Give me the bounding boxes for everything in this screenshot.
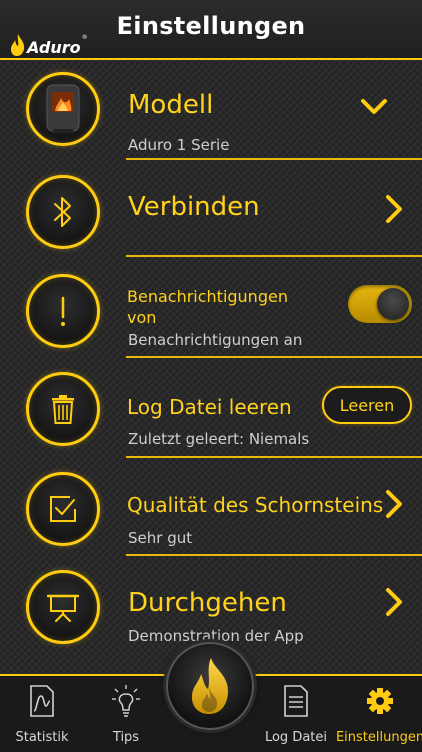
toggle-knob[interactable] bbox=[377, 288, 409, 320]
benachrichtigungen-label: Benachrichtigungen von bbox=[127, 286, 288, 328]
page-title: Einstellungen bbox=[116, 12, 306, 40]
benachrichtigungen-label-line1: Benachrichtigungen bbox=[127, 287, 288, 306]
trash-circle bbox=[26, 372, 100, 446]
bluetooth-icon bbox=[54, 197, 71, 227]
logo-text: Aduro bbox=[27, 38, 81, 57]
leeren-button[interactable]: Leeren bbox=[322, 386, 412, 424]
header-bar: Aduro ® Einstellungen bbox=[0, 0, 422, 60]
verbinden-label: Verbinden bbox=[128, 192, 260, 222]
tab-tips[interactable]: Tips bbox=[84, 684, 168, 748]
bluetooth-circle bbox=[26, 175, 100, 249]
chevron-down-icon[interactable] bbox=[360, 98, 388, 116]
gear-icon bbox=[367, 688, 393, 714]
tab-log-datei[interactable]: Log Datei bbox=[254, 684, 338, 748]
exclamation-icon bbox=[61, 296, 65, 326]
settings-row-verbinden[interactable]: Verbinden bbox=[0, 161, 422, 259]
trash-icon bbox=[52, 395, 74, 424]
tab-statistik[interactable]: Statistik bbox=[0, 684, 84, 748]
settings-row-durchgehen[interactable]: Durchgehen Demonstration der App bbox=[0, 556, 422, 654]
modell-value: Aduro 1 Serie bbox=[128, 136, 230, 154]
chevron-right-icon[interactable] bbox=[384, 194, 404, 224]
stove-thumbnail bbox=[26, 72, 100, 146]
log-document-icon bbox=[284, 685, 308, 717]
chevron-right-icon[interactable] bbox=[384, 587, 404, 617]
notification-circle bbox=[26, 274, 100, 348]
checkbox-circle bbox=[26, 472, 100, 546]
flame-home-button[interactable] bbox=[166, 642, 254, 730]
tab-label: Statistik bbox=[15, 730, 69, 745]
tab-einstellungen[interactable]: Einstellungen bbox=[335, 684, 422, 748]
notifications-toggle[interactable] bbox=[348, 285, 412, 323]
lightbulb-icon bbox=[112, 685, 140, 717]
divider bbox=[126, 255, 422, 257]
settings-row-schornstein[interactable]: Qualität des Schornsteins Sehr gut bbox=[0, 458, 422, 556]
durchgehen-label: Durchgehen bbox=[128, 588, 287, 618]
checkbox-checked-icon bbox=[50, 496, 76, 522]
tab-label: Log Datei bbox=[264, 730, 328, 745]
statistics-document-icon bbox=[30, 685, 54, 717]
benachrichtigungen-label-line2: von bbox=[127, 308, 157, 327]
modell-label: Modell bbox=[128, 90, 214, 120]
schornstein-value: Sehr gut bbox=[128, 529, 193, 547]
log-status: Zuletzt geleert: Niemals bbox=[128, 430, 310, 448]
stove-icon bbox=[46, 84, 80, 133]
benachrichtigungen-status: Benachrichtigungen an bbox=[128, 331, 303, 349]
flame-icon bbox=[191, 658, 229, 714]
settings-row-modell[interactable]: Modell Aduro 1 Serie bbox=[0, 62, 422, 160]
divider bbox=[126, 158, 422, 160]
chevron-right-icon[interactable] bbox=[384, 489, 404, 519]
schornstein-label: Qualität des Schornsteins bbox=[127, 493, 384, 517]
tab-label: Tips bbox=[112, 730, 140, 745]
presentation-board-icon bbox=[47, 594, 79, 622]
log-label: Log Datei leeren bbox=[127, 395, 292, 419]
tab-label: Einstellungen bbox=[335, 730, 422, 745]
presentation-circle bbox=[26, 570, 100, 644]
